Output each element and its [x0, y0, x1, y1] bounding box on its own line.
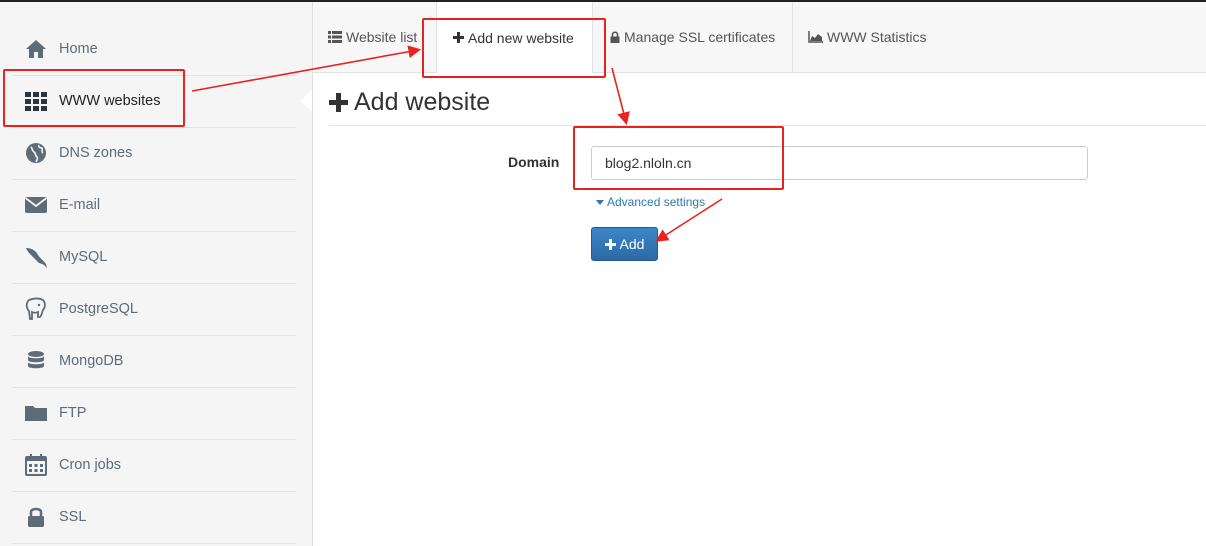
sidebar-item-label: SSL	[59, 509, 87, 525]
sidebar-item-www-websites[interactable]: WWW websites	[12, 75, 296, 128]
sidebar-item-mysql[interactable]: MySQL	[12, 231, 296, 284]
plus-icon	[604, 238, 616, 250]
sidebar-item-label: Home	[59, 41, 98, 57]
tab-manage-ssl-certificates[interactable]: Manage SSL certificates	[610, 2, 775, 72]
tab-label: Manage SSL certificates	[624, 29, 776, 45]
sidebar-item-e-mail[interactable]: E-mail	[12, 179, 296, 232]
lock-icon	[24, 505, 48, 529]
sidebar-item-cron-jobs[interactable]: Cron jobs	[12, 439, 296, 492]
active-item-caret	[300, 90, 312, 112]
tab-www-statistics[interactable]: WWW Statistics	[808, 2, 927, 72]
calendar-icon	[24, 453, 48, 477]
sidebar-item-ssl[interactable]: SSL	[12, 491, 296, 544]
sidebar-item-label: FTP	[59, 405, 87, 421]
sidebar-item-label: WWW websites	[59, 93, 161, 109]
caret-down-icon	[596, 199, 604, 205]
add-button[interactable]: Add	[591, 227, 658, 261]
home-icon	[24, 37, 48, 61]
sidebar-item-home[interactable]: Home	[12, 23, 296, 76]
sidebar-item-label: MySQL	[59, 249, 108, 265]
page-title: Add website	[329, 88, 490, 117]
advanced-settings-link[interactable]: Advanced settings	[596, 195, 705, 209]
advanced-settings-label: Advanced settings	[607, 195, 706, 209]
envelope-icon	[24, 193, 48, 217]
plus-icon	[329, 93, 348, 112]
tab-label: Add new website	[468, 29, 574, 46]
elephant-icon	[24, 297, 48, 321]
sidebar-item-postgresql[interactable]: PostgreSQL	[12, 283, 296, 336]
sidebar-item-mongodb[interactable]: MongoDB	[12, 335, 296, 388]
lock-icon	[610, 31, 620, 43]
tab-website-list[interactable]: Website list	[328, 2, 417, 72]
dolphin-icon	[24, 245, 48, 269]
tab-label: WWW Statistics	[827, 29, 927, 45]
add-button-label: Add	[619, 236, 645, 252]
domain-label: Domain	[508, 154, 560, 170]
tab-divider	[792, 2, 793, 72]
database-icon	[24, 349, 48, 373]
sidebar-item-label: Cron jobs	[59, 457, 122, 473]
area-chart-icon	[808, 31, 823, 43]
sidebar-item-label: PostgreSQL	[59, 301, 138, 317]
list-icon	[328, 31, 342, 43]
sidebar-item-label: DNS zones	[59, 145, 133, 161]
title-divider	[329, 125, 1206, 126]
sidebar-item-dns-zones[interactable]: DNS zones	[12, 127, 296, 180]
sidebar-item-ftp[interactable]: FTP	[12, 387, 296, 440]
page-title-text: Add website	[354, 88, 491, 116]
tab-bar: Website list Add new website Manage SSL …	[313, 2, 1206, 73]
folder-icon	[24, 401, 48, 425]
globe-icon	[24, 141, 48, 165]
sidebar-item-label: E-mail	[59, 197, 101, 213]
plus-icon	[453, 32, 464, 43]
tab-add-new-website[interactable]: Add new website	[436, 2, 593, 73]
grid-icon	[24, 89, 48, 113]
domain-input[interactable]	[591, 146, 1088, 180]
annotation-arrow	[611, 67, 630, 126]
sidebar-item-label: MongoDB	[59, 353, 124, 369]
sidebar: Home WWW websites DNS zones E-mail MySQL	[0, 2, 313, 546]
tab-label: Website list	[346, 29, 418, 45]
